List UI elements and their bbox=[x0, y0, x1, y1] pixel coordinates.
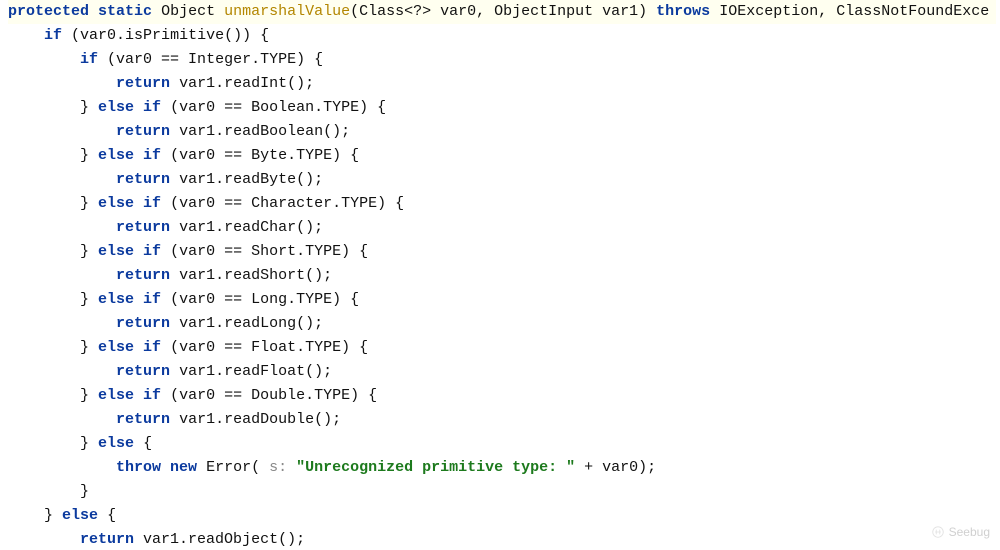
token-norm: (var0 == Short.TYPE) { bbox=[170, 243, 368, 260]
code-line: return var1.readDouble(); bbox=[8, 408, 996, 432]
code-line: protected static Object unmarshalValue(C… bbox=[8, 0, 996, 24]
token-norm: IOException, ClassNotFoundExce bbox=[719, 3, 989, 20]
code-line: return var1.readChar(); bbox=[8, 216, 996, 240]
token-norm: (var0 == Boolean.TYPE) { bbox=[170, 99, 386, 116]
code-line: return var1.readBoolean(); bbox=[8, 120, 996, 144]
token-kw: else bbox=[62, 507, 98, 524]
code-line: if (var0.isPrimitive()) { bbox=[8, 24, 996, 48]
code-line: } else if (var0 == Boolean.TYPE) { bbox=[8, 96, 996, 120]
token-norm: } bbox=[80, 339, 98, 356]
code-line: } bbox=[8, 480, 996, 504]
token-hint: s: bbox=[269, 459, 296, 476]
token-kw: if bbox=[44, 27, 62, 44]
token-kw: return bbox=[116, 363, 170, 380]
token-kw: return bbox=[116, 411, 170, 428]
token-kw: return bbox=[116, 123, 170, 140]
code-line: } else if (var0 == Byte.TYPE) { bbox=[8, 144, 996, 168]
token-norm: } bbox=[80, 147, 98, 164]
token-kw: else if bbox=[98, 387, 161, 404]
token-kw: else if bbox=[98, 195, 161, 212]
token-norm: (var0 == Long.TYPE) { bbox=[170, 291, 359, 308]
token-kw: else bbox=[98, 435, 134, 452]
token-norm: (var0 == Byte.TYPE) { bbox=[170, 147, 359, 164]
token-kw: protected bbox=[8, 3, 89, 20]
code-line: } else if (var0 == Double.TYPE) { bbox=[8, 384, 996, 408]
token-norm: { bbox=[143, 435, 152, 452]
code-line: if (var0 == Integer.TYPE) { bbox=[8, 48, 996, 72]
code-line: throw new Error( s: "Unrecognized primit… bbox=[8, 456, 996, 480]
token-norm: { bbox=[107, 507, 116, 524]
code-editor: protected static Object unmarshalValue(C… bbox=[0, 0, 1000, 550]
token-norm: (var0 == Character.TYPE) { bbox=[170, 195, 404, 212]
token-kw: else if bbox=[98, 339, 161, 356]
token-kw: else if bbox=[98, 99, 161, 116]
token-norm: } bbox=[80, 387, 98, 404]
token-kw: else if bbox=[98, 243, 161, 260]
token-norm: var1.readByte(); bbox=[179, 171, 323, 188]
token-kw: return bbox=[80, 531, 134, 548]
token-norm: (var0 == Double.TYPE) { bbox=[170, 387, 377, 404]
token-kw: else if bbox=[98, 147, 161, 164]
token-mname: unmarshalValue bbox=[224, 3, 350, 20]
token-kw: else if bbox=[98, 291, 161, 308]
code-line: } else if (var0 == Long.TYPE) { bbox=[8, 288, 996, 312]
code-line: return var1.readInt(); bbox=[8, 72, 996, 96]
token-kw: if bbox=[80, 51, 98, 68]
token-kw: static bbox=[98, 3, 152, 20]
code-line: } else if (var0 == Character.TYPE) { bbox=[8, 192, 996, 216]
token-norm: } bbox=[80, 243, 98, 260]
token-kw: throw new bbox=[116, 459, 197, 476]
token-norm: + var0); bbox=[575, 459, 656, 476]
token-norm: (var0 == Float.TYPE) { bbox=[170, 339, 368, 356]
code-line: } else if (var0 == Float.TYPE) { bbox=[8, 336, 996, 360]
token-norm: } bbox=[80, 435, 98, 452]
token-norm: (var0.isPrimitive()) { bbox=[71, 27, 269, 44]
token-norm: var1.readObject(); bbox=[143, 531, 305, 548]
token-norm: } bbox=[80, 483, 89, 500]
token-norm: Object bbox=[161, 3, 224, 20]
token-norm: Error( bbox=[206, 459, 269, 476]
token-norm: } bbox=[44, 507, 62, 524]
code-line: return var1.readFloat(); bbox=[8, 360, 996, 384]
token-str: "Unrecognized primitive type: " bbox=[296, 459, 575, 476]
token-kw: return bbox=[116, 219, 170, 236]
token-norm: } bbox=[80, 195, 98, 212]
token-norm: var1.readBoolean(); bbox=[179, 123, 350, 140]
token-norm: var1.readShort(); bbox=[179, 267, 332, 284]
token-norm: var1.readFloat(); bbox=[179, 363, 332, 380]
code-line: } else { bbox=[8, 504, 996, 528]
token-norm: var1.readInt(); bbox=[179, 75, 314, 92]
token-kw: return bbox=[116, 315, 170, 332]
token-kw: return bbox=[116, 267, 170, 284]
code-line: } else { bbox=[8, 432, 996, 456]
token-kw: return bbox=[116, 171, 170, 188]
code-line: return var1.readObject(); bbox=[8, 528, 996, 550]
code-line: return var1.readShort(); bbox=[8, 264, 996, 288]
token-kw: return bbox=[116, 75, 170, 92]
token-norm: var1.readDouble(); bbox=[179, 411, 341, 428]
token-norm: } bbox=[80, 291, 98, 308]
token-norm: } bbox=[80, 99, 98, 116]
token-norm: var1.readChar(); bbox=[179, 219, 323, 236]
token-norm: var1.readLong(); bbox=[179, 315, 323, 332]
code-line: return var1.readLong(); bbox=[8, 312, 996, 336]
token-kw: throws bbox=[656, 3, 710, 20]
code-line: return var1.readByte(); bbox=[8, 168, 996, 192]
token-norm: (Class<?> var0, ObjectInput var1) bbox=[350, 3, 656, 20]
code-line: } else if (var0 == Short.TYPE) { bbox=[8, 240, 996, 264]
token-norm: (var0 == Integer.TYPE) { bbox=[107, 51, 323, 68]
